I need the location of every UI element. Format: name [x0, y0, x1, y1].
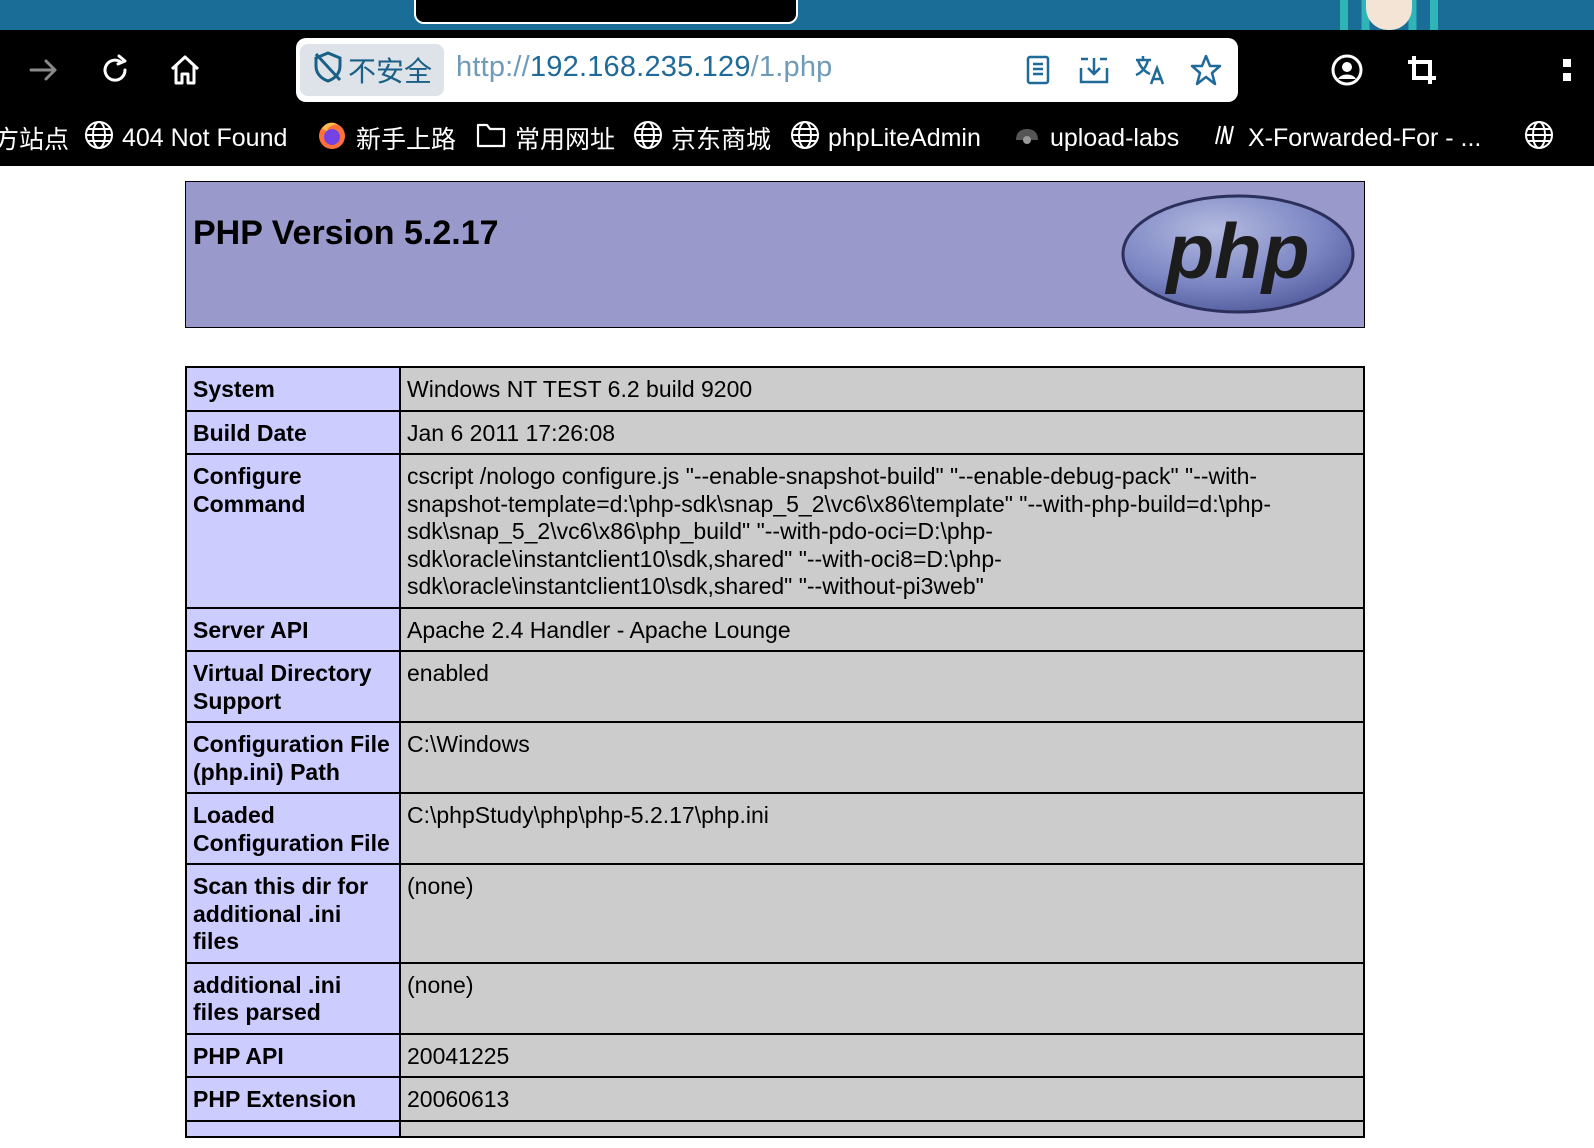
url-scheme: http:// — [456, 51, 530, 83]
reload-icon[interactable] — [95, 50, 135, 90]
car-icon — [1012, 120, 1042, 157]
bookmark-item[interactable]: 新手上路 — [316, 118, 456, 158]
bookmark-label: 常用网址 — [515, 126, 616, 154]
table-row: Scan this dir for additional .ini files(… — [185, 863, 1365, 964]
reader-view-icon[interactable] — [1018, 50, 1058, 90]
table-row — [185, 1119, 1365, 1138]
table-row: Configure Command cscript /nologo configu… — [185, 453, 1365, 609]
bookmark-item[interactable]: upload-labs — [1012, 118, 1179, 158]
bookmark-label: phpLiteAdmin — [828, 123, 981, 152]
browser-toolbar: 不安全 http://192.168.235.129/1.php — [0, 30, 1594, 110]
row-value: Apache 2.4 Handler - Apache Lounge — [399, 606, 1365, 652]
extensions-icon[interactable] — [1556, 50, 1594, 90]
table-row: Server API Apache 2.4 Handler - Apache Lo… — [185, 606, 1365, 652]
url-host: 192.168.235.129 — [529, 51, 751, 83]
bookmark-label: 方站点 — [0, 126, 70, 154]
php-logo-text: php — [1165, 207, 1310, 295]
row-value: C:\Windows — [399, 721, 1365, 794]
folder-icon — [475, 120, 507, 157]
globe-icon — [633, 120, 663, 157]
phpinfo-table: System Windows NT TEST 6.2 build 9200 Buil… — [185, 366, 1365, 1138]
row-key: Scan this dir for additional .ini files — [185, 863, 401, 964]
table-row: Virtual Directory Support enabled — [185, 650, 1365, 723]
firefox-icon — [316, 119, 348, 158]
forward-icon[interactable] — [24, 50, 64, 90]
php-logo[interactable]: php — [1120, 194, 1356, 323]
row-value: 20041225 — [399, 1032, 1365, 1078]
row-key — [185, 1119, 401, 1138]
row-key: Configuration File (php.ini) Path — [185, 721, 401, 794]
bookmark-item[interactable]: 京东商城 — [633, 118, 771, 158]
bookmark-item[interactable] — [1524, 118, 1554, 158]
row-value: (none) — [399, 863, 1365, 964]
security-label: 不安全 — [348, 56, 433, 87]
row-value: C:\phpStudy\php\php-5.2.17\php.ini — [399, 792, 1365, 865]
account-icon[interactable] — [1327, 50, 1367, 90]
bookmark-label: 京东商城 — [671, 126, 772, 154]
address-bar[interactable]: 不安全 http://192.168.235.129/1.php — [296, 38, 1238, 102]
bookmarks-bar: 方站点 404 Not Found 新手上路 常用网址 京东商城 phpLite… — [0, 110, 1594, 166]
crop-icon[interactable] — [1402, 50, 1442, 90]
active-tab[interactable] — [414, 0, 798, 24]
row-value: Jan 6 2011 17:26:08 — [399, 409, 1365, 455]
translate-icon[interactable] — [1130, 50, 1170, 90]
download-icon[interactable] — [1074, 50, 1114, 90]
bookmark-label: 新手上路 — [356, 126, 457, 154]
window-top-strip — [0, 0, 1594, 30]
table-row: Loaded Configuration File C:\phpStudy\php… — [185, 792, 1365, 865]
globe-icon — [790, 120, 820, 157]
row-key: Server API — [185, 606, 401, 652]
table-row: System Windows NT TEST 6.2 build 9200 — [185, 366, 1365, 412]
table-row: Configuration File (php.ini) Path C:\Wind… — [185, 721, 1365, 794]
phpinfo-header: PHP Version 5.2.17 php — [185, 181, 1365, 328]
row-value: (none) — [399, 961, 1365, 1035]
security-badge[interactable]: 不安全 — [300, 44, 444, 96]
bookmark-item[interactable]: 常用网址 — [475, 118, 615, 158]
table-row: PHP Extension 20060613 — [185, 1076, 1365, 1122]
row-key: Loaded Configuration File — [185, 792, 401, 865]
row-value: enabled — [399, 650, 1365, 723]
url-text[interactable]: http://192.168.235.129/1.php — [456, 51, 833, 84]
shield-off-icon — [312, 50, 348, 91]
bookmark-item[interactable]: X-Forwarded-For - ... — [1210, 118, 1481, 158]
url-path: /1.php — [750, 51, 833, 83]
row-value: Windows NT TEST 6.2 build 9200 — [399, 366, 1365, 412]
row-key: Virtual Directory Support — [185, 650, 401, 723]
table-row: additional .ini files parsed (none) — [185, 961, 1365, 1035]
globe-icon — [1524, 120, 1554, 157]
row-key: Build Date — [185, 409, 401, 455]
page-content: PHP Version 5.2.17 php System Windows NT … — [0, 166, 1594, 1148]
bookmark-item[interactable]: 404 Not Found — [84, 118, 287, 158]
row-value: 20060613 — [399, 1076, 1365, 1122]
bookmark-item[interactable]: 方站点 — [0, 118, 69, 158]
bookmark-star-icon[interactable] — [1186, 50, 1226, 90]
table-row: Build Date Jan 6 2011 17:26:08 — [185, 409, 1365, 455]
table-row: PHP API 20041225 — [185, 1032, 1365, 1078]
row-key: Configure Command — [185, 453, 401, 609]
bookmark-label: upload-labs — [1050, 123, 1180, 152]
globe-icon — [84, 120, 114, 157]
row-key: additional .ini files parsed — [185, 961, 401, 1035]
bookmark-label: 404 Not Found — [122, 123, 288, 152]
page-title: PHP Version 5.2.17 — [193, 214, 499, 252]
row-key: PHP Extension — [185, 1076, 401, 1122]
m-logo-icon — [1210, 120, 1240, 157]
row-key: System — [185, 366, 401, 412]
bookmark-item[interactable]: phpLiteAdmin — [790, 118, 981, 158]
row-value — [399, 1119, 1365, 1138]
row-value: cscript /nologo configure.js "--enable-s… — [399, 453, 1365, 609]
home-icon[interactable] — [165, 50, 205, 90]
bookmark-label: X-Forwarded-For - ... — [1248, 123, 1482, 152]
row-key: PHP API — [185, 1032, 401, 1078]
